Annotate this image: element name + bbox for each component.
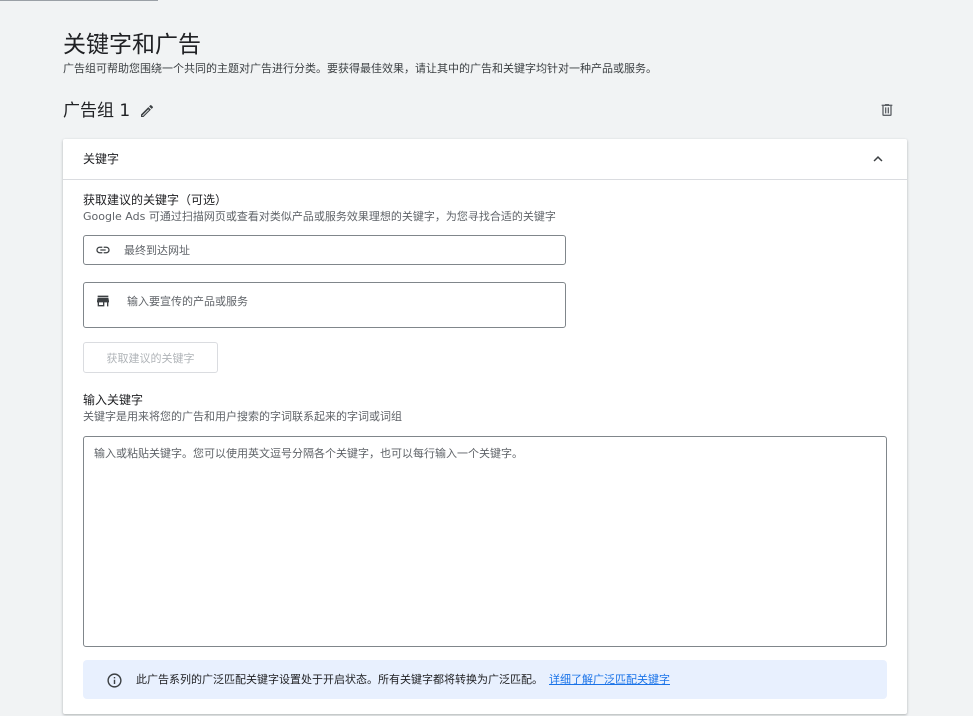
ad-group-title: 广告组 1 <box>63 101 131 121</box>
suggest-keywords-description: Google Ads 可通过扫描网页或查看对类似产品或服务效果理想的关键字，为您… <box>83 210 556 223</box>
chevron-up-icon[interactable] <box>868 149 888 169</box>
keywords-card: 关键字 获取建议的关键字（可选） Google Ads 可通过扫描网页或查看对类… <box>63 139 907 714</box>
get-suggested-keywords-button[interactable]: 获取建议的关键字 <box>83 342 218 373</box>
enter-keywords-title: 输入关键字 <box>83 393 144 407</box>
top-divider <box>0 0 158 1</box>
ad-group-header: 广告组 1 <box>63 99 156 123</box>
learn-more-broad-match-link[interactable]: 详细了解广泛匹配关键字 <box>549 673 670 686</box>
trash-icon[interactable] <box>878 101 896 119</box>
link-icon <box>95 242 111 258</box>
product-service-field[interactable] <box>83 282 566 328</box>
keywords-card-header[interactable]: 关键字 <box>63 139 907 180</box>
product-service-input[interactable] <box>127 294 557 309</box>
info-icon <box>105 671 123 689</box>
keywords-card-title: 关键字 <box>83 152 120 166</box>
page-title: 关键字和广告 <box>63 32 201 58</box>
info-banner-text: 此广告系列的广泛匹配关键字设置处于开启状态。所有关键字都将转换为广泛匹配。 详细了… <box>136 672 670 687</box>
keywords-textarea[interactable] <box>83 436 887 647</box>
final-url-field[interactable] <box>83 235 566 265</box>
enter-keywords-description: 关键字是用来将您的广告和用户搜索的字词联系起来的字词或词组 <box>83 410 402 423</box>
info-banner-message: 此广告系列的广泛匹配关键字设置处于开启状态。所有关键字都将转换为广泛匹配。 <box>136 673 543 686</box>
store-icon <box>95 293 111 309</box>
broad-match-info-banner: 此广告系列的广泛匹配关键字设置处于开启状态。所有关键字都将转换为广泛匹配。 详细了… <box>83 660 887 699</box>
pencil-icon[interactable] <box>138 102 156 120</box>
final-url-input[interactable] <box>124 243 554 258</box>
page-subtitle: 广告组可帮助您围绕一个共同的主题对广告进行分类。要获得最佳效果，请让其中的广告和… <box>63 62 657 75</box>
suggest-keywords-title: 获取建议的关键字（可选） <box>83 193 228 207</box>
